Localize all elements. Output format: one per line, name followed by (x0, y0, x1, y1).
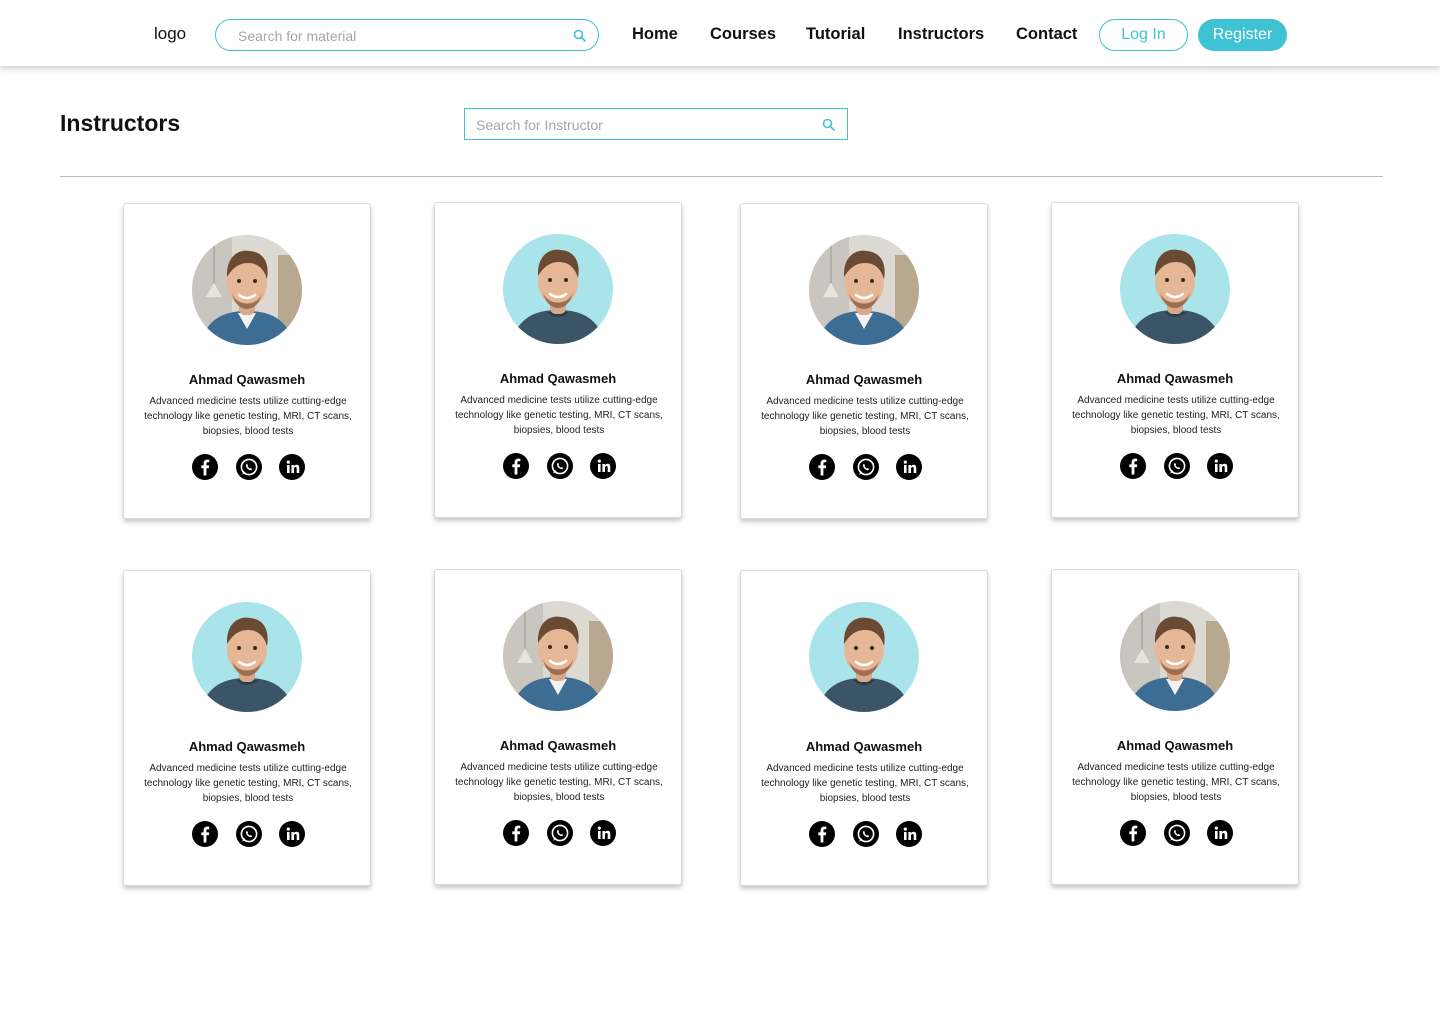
instructor-description: Advanced medicine tests utilize cutting-… (1072, 395, 1280, 436)
material-search-input[interactable] (238, 26, 558, 46)
whatsapp-icon[interactable] (853, 454, 879, 480)
social-links (435, 820, 681, 846)
nav-courses[interactable]: Courses (710, 25, 776, 44)
instructor-card[interactable]: Ahmad Qawasmeh Advanced medicine tests ut… (1051, 569, 1299, 885)
instructor-search-box[interactable] (464, 108, 848, 140)
social-links (124, 821, 370, 847)
nav-instructors[interactable]: Instructors (898, 25, 984, 44)
linkedin-icon[interactable] (590, 453, 616, 479)
register-button[interactable]: Register (1198, 19, 1287, 51)
instructor-card[interactable]: Ahmad Qawasmeh Advanced medicine tests ut… (434, 569, 682, 885)
facebook-icon[interactable] (809, 821, 835, 847)
instructor-card[interactable]: Ahmad Qawasmeh Advanced medicine tests ut… (434, 202, 682, 518)
login-button[interactable]: Log In (1099, 19, 1188, 51)
instructor-name: Ahmad Qawasmeh (1116, 371, 1234, 386)
whatsapp-icon[interactable] (547, 820, 573, 846)
instructor-avatar[interactable] (1120, 601, 1230, 711)
social-links (741, 454, 987, 480)
instructor-name: Ahmad Qawasmeh (499, 371, 617, 386)
linkedin-icon[interactable] (590, 820, 616, 846)
facebook-icon[interactable] (192, 454, 218, 480)
instructor-name: Ahmad Qawasmeh (188, 372, 306, 387)
instructor-description: Advanced medicine tests utilize cutting-… (144, 396, 352, 437)
facebook-icon[interactable] (1120, 820, 1146, 846)
instructor-avatar[interactable] (809, 235, 919, 345)
nav-tutorial[interactable]: Tutorial (806, 25, 865, 44)
page-title: Instructors (60, 110, 181, 136)
instructor-avatar[interactable] (503, 234, 613, 344)
linkedin-icon[interactable] (896, 454, 922, 480)
instructor-description: Advanced medicine tests utilize cutting-… (455, 762, 663, 803)
top-navbar: logo Home Courses Tutorial Instructors C… (0, 0, 1440, 66)
facebook-icon[interactable] (809, 454, 835, 480)
linkedin-icon[interactable] (1207, 820, 1233, 846)
facebook-icon[interactable] (1120, 453, 1146, 479)
logo[interactable]: logo (154, 24, 186, 44)
linkedin-icon[interactable] (896, 821, 922, 847)
search-icon[interactable] (573, 29, 586, 42)
instructor-description: Advanced medicine tests utilize cutting-… (455, 395, 663, 436)
whatsapp-icon[interactable] (236, 821, 262, 847)
whatsapp-icon[interactable] (1164, 453, 1190, 479)
instructor-avatar[interactable] (503, 601, 613, 711)
instructor-search-input[interactable] (476, 115, 806, 135)
facebook-icon[interactable] (192, 821, 218, 847)
search-icon[interactable] (822, 118, 835, 131)
instructor-card[interactable]: Ahmad Qawasmeh Advanced medicine tests ut… (740, 203, 988, 519)
facebook-icon[interactable] (503, 453, 529, 479)
whatsapp-icon[interactable] (547, 453, 573, 479)
nav-contact[interactable]: Contact (1016, 25, 1077, 44)
section-divider (60, 176, 1383, 177)
social-links (741, 821, 987, 847)
social-links (1052, 453, 1298, 479)
instructor-description: Advanced medicine tests utilize cutting-… (761, 763, 969, 804)
whatsapp-icon[interactable] (853, 821, 879, 847)
instructor-avatar[interactable] (192, 602, 302, 712)
instructor-avatar[interactable] (1120, 234, 1230, 344)
instructor-avatar[interactable] (192, 235, 302, 345)
instructor-card[interactable]: Ahmad Qawasmeh Advanced medicine tests ut… (123, 570, 371, 886)
instructor-name: Ahmad Qawasmeh (188, 739, 306, 754)
social-links (1052, 820, 1298, 846)
instructor-name: Ahmad Qawasmeh (499, 738, 617, 753)
instructor-card[interactable]: Ahmad Qawasmeh Advanced medicine tests ut… (740, 570, 988, 886)
linkedin-icon[interactable] (1207, 453, 1233, 479)
instructor-avatar[interactable] (809, 602, 919, 712)
whatsapp-icon[interactable] (1164, 820, 1190, 846)
linkedin-icon[interactable] (279, 454, 305, 480)
facebook-icon[interactable] (503, 820, 529, 846)
instructor-name: Ahmad Qawasmeh (805, 739, 923, 754)
instructor-description: Advanced medicine tests utilize cutting-… (1072, 762, 1280, 803)
social-links (124, 454, 370, 480)
material-search-box[interactable] (215, 19, 599, 51)
instructor-name: Ahmad Qawasmeh (1116, 738, 1234, 753)
whatsapp-icon[interactable] (236, 454, 262, 480)
nav-home[interactable]: Home (632, 25, 678, 44)
social-links (435, 453, 681, 479)
instructor-name: Ahmad Qawasmeh (805, 372, 923, 387)
instructor-description: Advanced medicine tests utilize cutting-… (144, 763, 352, 804)
instructor-description: Advanced medicine tests utilize cutting-… (761, 396, 969, 437)
linkedin-icon[interactable] (279, 821, 305, 847)
instructor-card[interactable]: Ahmad Qawasmeh Advanced medicine tests ut… (123, 203, 371, 519)
instructor-card[interactable]: Ahmad Qawasmeh Advanced medicine tests ut… (1051, 202, 1299, 518)
